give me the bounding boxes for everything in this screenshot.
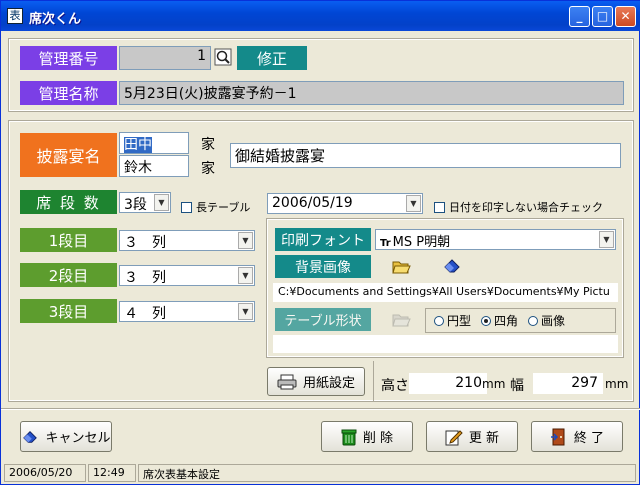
minimize-button[interactable]: _ (569, 6, 590, 27)
kanri-meisho-label: 管理名称 (20, 81, 117, 105)
row2-select[interactable]: ３ 列 ▼ (119, 265, 255, 286)
kanri-meisho-field[interactable]: 5月23日(火)披露宴予約－1 (119, 81, 624, 105)
hiroen-label: 披露宴名 (20, 133, 117, 177)
paper-settings-button[interactable]: 用紙設定 (267, 367, 365, 396)
seki-dansu-label: 席 段 数 (20, 190, 117, 214)
radio-dot[interactable] (434, 315, 444, 326)
row1-label: 1段目 (20, 228, 117, 252)
status-date: 2006/05/20 (4, 464, 86, 482)
trash-icon (341, 429, 357, 445)
row1-value: ３ 列 (124, 235, 166, 251)
kanri-bango-field[interactable]: 1 (119, 46, 211, 70)
radio-dot[interactable] (528, 315, 539, 326)
no-print-date-label: 日付を印字しない場合チェック (449, 201, 603, 214)
radio-square[interactable]: 四角 (481, 312, 518, 329)
no-print-date-checkbox[interactable]: 日付を印字しない場合チェック (434, 199, 603, 215)
edit-button[interactable]: 修正 (237, 46, 307, 70)
checkbox-box[interactable] (181, 201, 192, 213)
ie-label-1: 家 (201, 137, 215, 153)
height-label: 高さ (381, 378, 409, 394)
status-mode: 席次表基本設定 (138, 464, 636, 482)
groom-family-field[interactable]: 田中 (119, 132, 189, 154)
app-icon: 表 (7, 8, 23, 24)
cancel-label: キャンセル (45, 431, 111, 446)
open-folder-icon-disabled (391, 310, 411, 328)
open-folder-icon[interactable] (391, 257, 411, 275)
row3-value: ４ 列 (124, 306, 166, 322)
row2-label: 2段目 (20, 263, 117, 287)
table-image-path (273, 335, 618, 353)
radio-dot-selected[interactable] (481, 315, 492, 326)
print-font-select[interactable]: Tr MS P明朝 ▼ (375, 229, 616, 250)
chevron-down-icon: ▼ (238, 267, 253, 284)
chevron-down-icon: ▼ (238, 303, 253, 320)
chevron-down-icon: ▼ (154, 194, 169, 211)
update-button[interactable]: 更 新 (426, 421, 518, 452)
chevron-down-icon: ▼ (599, 231, 614, 248)
app-window: 表 席次くん _ □ ✕ 管理番号 1 修正 管理名称 5月23日(火)披露宴予… (0, 0, 640, 485)
background-image-path: C:¥Documents and Settings¥All Users¥Docu… (273, 283, 618, 302)
ie-label-2: 家 (201, 161, 215, 177)
print-font-value: MS P明朝 (392, 235, 451, 250)
chevron-down-icon: ▼ (406, 195, 421, 212)
maximize-button[interactable]: □ (592, 6, 613, 27)
divider (1, 408, 640, 410)
row3-select[interactable]: ４ 列 ▼ (119, 301, 255, 322)
eraser-icon[interactable] (442, 257, 462, 275)
radio-image[interactable]: 画像 (528, 312, 565, 329)
radio-round-label: 円型 (447, 314, 472, 328)
seki-dansu-select[interactable]: 3段 ▼ (119, 192, 171, 213)
eraser-icon (23, 430, 38, 443)
print-font-label: 印刷フォント (275, 228, 371, 251)
row1-select[interactable]: ３ 列 ▼ (119, 230, 255, 251)
width-label: 幅 (510, 378, 524, 394)
exit-label: 終 了 (573, 431, 605, 446)
search-icon[interactable] (214, 48, 232, 66)
long-table-label: 長テーブル (196, 201, 251, 214)
groom-family-text: 田中 (124, 137, 152, 153)
radio-image-label: 画像 (541, 314, 566, 328)
date-value: 2006/05/19 (272, 195, 353, 211)
background-image-label: 背景画像 (275, 255, 371, 278)
checkbox-box[interactable] (434, 201, 445, 213)
kanri-bango-label: 管理番号 (20, 46, 117, 70)
date-select[interactable]: 2006/05/19 ▼ (267, 193, 423, 214)
radio-square-label: 四角 (494, 314, 519, 328)
height-field[interactable]: 210 (409, 373, 487, 394)
width-unit: mm (605, 377, 629, 391)
exit-button[interactable]: 終 了 (531, 421, 623, 452)
table-shape-radio-group: 円型 四角 画像 (425, 308, 616, 333)
door-exit-icon (550, 428, 565, 445)
bride-family-field[interactable]: 鈴木 (119, 155, 189, 177)
width-field[interactable]: 297 (533, 373, 603, 394)
paper-settings-label: 用紙設定 (302, 376, 355, 391)
printer-icon (277, 374, 297, 389)
divider (373, 361, 374, 401)
chevron-down-icon: ▼ (238, 232, 253, 249)
delete-label: 削 除 (362, 431, 394, 446)
row3-label: 3段目 (20, 299, 117, 323)
hiroen-title-field[interactable]: 御結婚披露宴 (230, 143, 621, 168)
cancel-button[interactable]: キャンセル (20, 421, 112, 452)
table-shape-label: テーブル形状 (275, 308, 371, 331)
delete-button[interactable]: 削 除 (321, 421, 413, 452)
truetype-icon: Tr (380, 238, 391, 249)
height-unit: mm (482, 377, 506, 391)
radio-round[interactable]: 円型 (434, 312, 471, 329)
status-time: 12:49 (88, 464, 136, 482)
close-button[interactable]: ✕ (615, 6, 636, 27)
update-label: 更 新 (468, 431, 500, 446)
window-title: 席次くん (29, 12, 82, 27)
row2-value: ３ 列 (124, 270, 166, 286)
long-table-checkbox[interactable]: 長テーブル (181, 199, 250, 215)
seki-dansu-value: 3段 (124, 197, 147, 213)
pencil-paper-icon (445, 429, 463, 445)
title-bar: 表 席次くん _ □ ✕ (1, 1, 640, 31)
